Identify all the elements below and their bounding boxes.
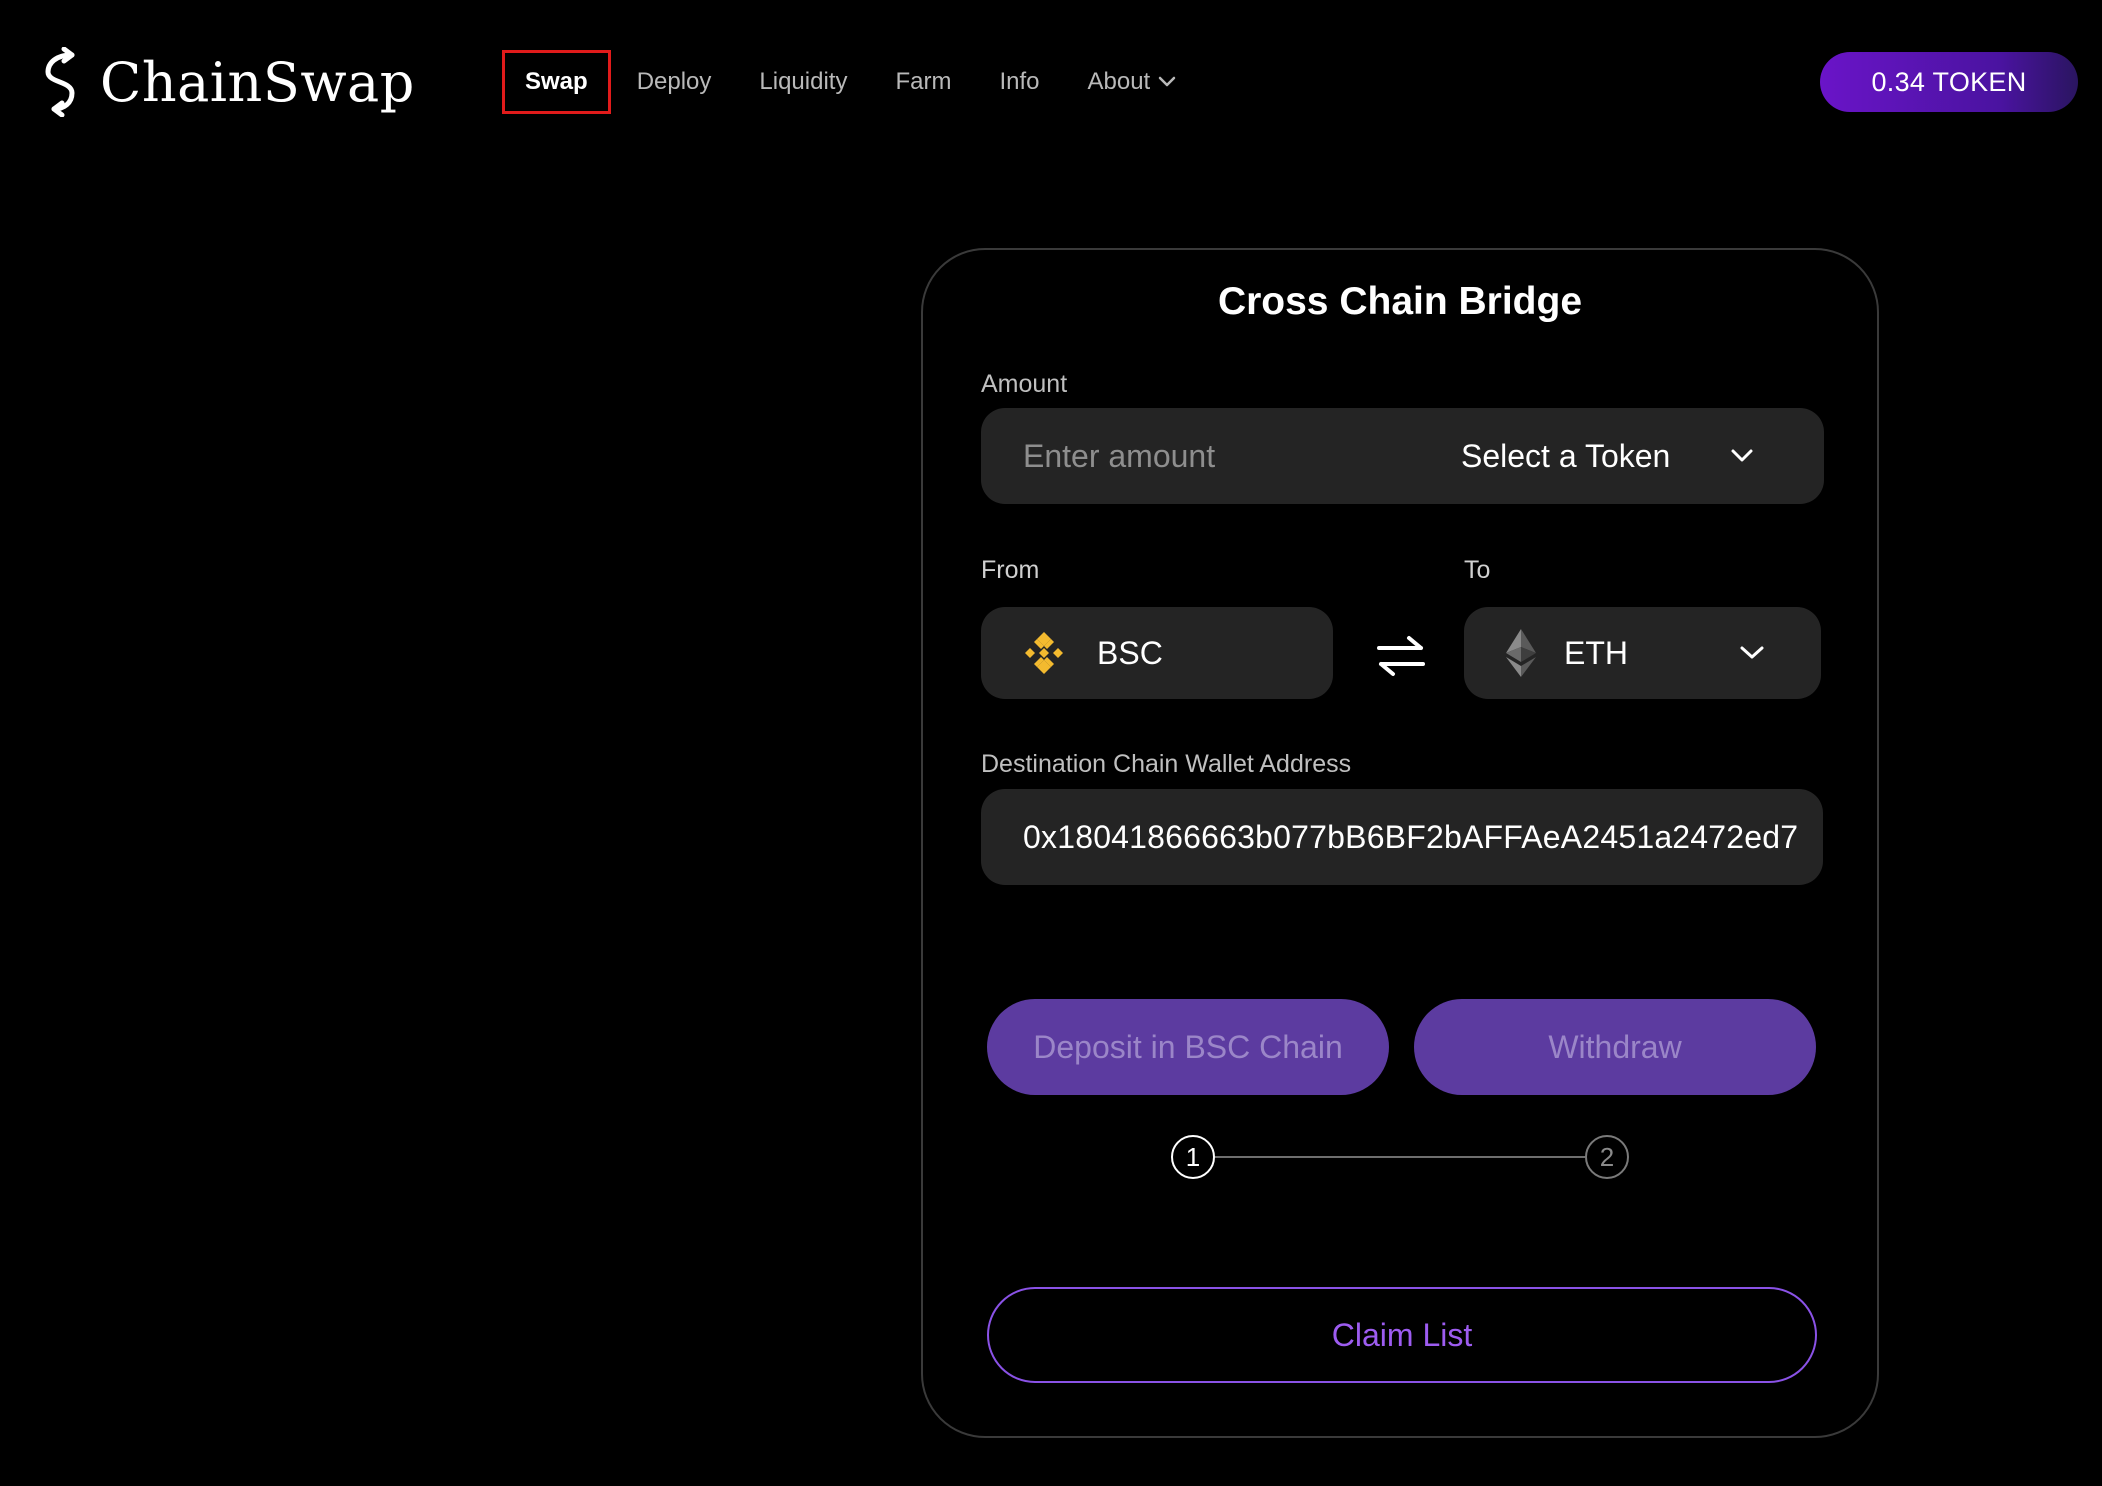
token-select-label: Select a Token: [1461, 437, 1671, 474]
step-2: 2: [1585, 1135, 1629, 1179]
logo[interactable]: ChainSwap: [38, 46, 415, 118]
from-chain-field[interactable]: BSC: [981, 607, 1333, 699]
card-title: Cross Chain Bridge: [1217, 280, 1583, 323]
to-label: To: [1464, 556, 1491, 584]
app-name: ChainSwap: [100, 50, 415, 114]
swap-direction-icon[interactable]: [1375, 632, 1427, 680]
withdraw-button[interactable]: Withdraw: [1414, 999, 1816, 1095]
address-label: Destination Chain Wallet Address: [981, 750, 1352, 778]
address-value: 0x18041866663b077bB6BF2bAFFAeA2451a2472e…: [1023, 818, 1799, 855]
step-connector: [1215, 1156, 1585, 1158]
to-chain-field[interactable]: ETH: [1464, 607, 1821, 699]
amount-input[interactable]: [1021, 436, 1425, 476]
chevron-down-icon: [1740, 646, 1764, 659]
chevron-down-icon: [1158, 76, 1176, 87]
nav-swap[interactable]: Swap: [502, 50, 611, 114]
token-select[interactable]: Select a Token: [1461, 408, 1754, 504]
nav-info[interactable]: Info: [999, 68, 1039, 96]
chevron-down-icon: [1731, 449, 1753, 462]
from-chain-name: BSC: [1097, 634, 1163, 671]
amount-field: Select a Token: [981, 408, 1824, 504]
nav-liquidity[interactable]: Liquidity: [759, 68, 847, 96]
chainswap-s-icon: [45, 47, 75, 117]
token-balance-button[interactable]: 0.34 TOKEN: [1820, 52, 2078, 112]
step-indicator: 1 2: [1171, 1135, 1631, 1185]
deposit-button[interactable]: Deposit in BSC Chain: [987, 999, 1389, 1095]
step-1: 1: [1171, 1135, 1215, 1179]
nav-farm[interactable]: Farm: [895, 68, 951, 96]
claim-list-button[interactable]: Claim List: [987, 1287, 1817, 1383]
nav-about-label: About: [1087, 68, 1151, 95]
ethereum-icon: [1506, 629, 1536, 677]
main-nav: Swap Deploy Liquidity Farm Info About: [502, 50, 1224, 114]
amount-label: Amount: [981, 370, 1068, 398]
address-field[interactable]: 0x18041866663b077bB6BF2bAFFAeA2451a2472e…: [981, 789, 1823, 885]
from-label: From: [981, 556, 1040, 584]
nav-about[interactable]: About: [1088, 68, 1177, 96]
binance-icon: [1025, 632, 1063, 674]
bridge-card: Cross Chain Bridge Amount Select a Token…: [921, 248, 1879, 1438]
nav-deploy[interactable]: Deploy: [637, 68, 712, 96]
to-chain-name: ETH: [1564, 634, 1628, 671]
